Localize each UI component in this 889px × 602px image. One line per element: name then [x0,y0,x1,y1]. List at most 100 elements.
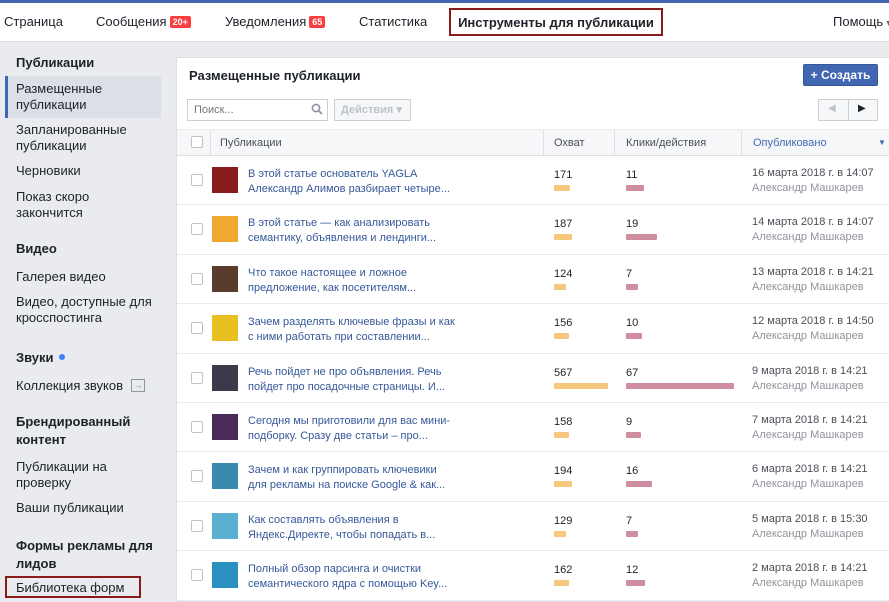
help-menu[interactable]: Помощь ▾ [833,14,889,29]
sidebar-item-scheduled-posts[interactable]: Запланированные публикации [16,122,156,154]
row-checkbox[interactable] [191,272,203,285]
table-row[interactable]: Сегодня мы приготовили для вас мини-подб… [177,403,889,453]
reach-value: 156 [554,317,573,330]
sidebar-item-forms-library[interactable]: Библиотека форм [16,580,156,596]
reach-bar [554,333,569,340]
divider [543,130,544,156]
search-icon[interactable] [311,103,323,115]
sidebar-item-posts-for-review[interactable]: Публикации на проверку [16,459,156,491]
table-row[interactable]: Что такое настоящее и ложное предложение… [177,255,889,305]
post-thumbnail [212,562,238,589]
row-checkbox[interactable] [191,470,203,483]
clicks-value: 19 [626,218,639,231]
plus-icon: + [810,68,818,82]
post-author: Александр Машкарев [752,577,864,590]
post-thumbnail [212,463,238,490]
reach-bar [554,283,566,290]
actions-dropdown[interactable]: Действия ▾ [334,99,411,121]
post-title-link[interactable]: В этой статье основатель YAGLA Александр… [248,167,458,197]
post-author: Александр Машкарев [752,280,864,293]
sidebar: Публикации Размещенные публикации Заплан… [0,43,168,602]
post-title-link[interactable]: В этой статье — как анализировать семант… [248,216,458,246]
clicks-bar [626,283,638,290]
reach-bar [554,382,608,389]
post-title-link[interactable]: Что такое настоящее и ложное предложение… [248,266,458,296]
sidebar-item-published-posts[interactable]: Размещенные публикации [16,81,156,113]
sidebar-heading-label: Звуки [16,350,54,365]
tab-page[interactable]: Страница [4,14,63,29]
column-header-posts[interactable]: Публикации [220,137,282,149]
next-page-icon[interactable]: ▶ [858,103,866,114]
table-row[interactable]: Полный обзор парсинга и очистки семантич… [177,551,889,601]
column-header-published[interactable]: Опубликовано [753,137,827,149]
clicks-value: 11 [626,169,638,181]
table-row[interactable]: Зачем и как группировать ключевики для р… [177,452,889,502]
tab-label: Инструменты для публикации [458,15,654,30]
search-input[interactable] [188,100,303,120]
table-row[interactable]: В этой статье основатель YAGLA Александр… [177,156,889,206]
row-checkbox[interactable] [191,569,203,582]
create-button[interactable]: + Создать [803,64,878,86]
row-checkbox[interactable] [191,322,203,335]
row-checkbox[interactable] [191,174,203,186]
clicks-value: 16 [626,465,639,478]
post-title-link[interactable]: Сегодня мы приготовили для вас мини-подб… [248,414,458,444]
clicks-value: 9 [626,415,633,428]
tab-label: Уведомления [225,14,307,29]
previous-page-icon[interactable]: ◀ [828,103,836,114]
post-title-link[interactable]: Как составлять объявления в Яндекс.Дирек… [248,513,458,543]
table-row[interactable]: Речь пойдет не про объявления. Речь пойд… [177,354,889,403]
tab-messages[interactable]: Сообщения 20+ [96,14,191,29]
row-checkbox[interactable] [191,420,203,433]
column-header-clicks[interactable]: Клики/действия [626,137,706,149]
tab-notifications[interactable]: Уведомления 65 [225,14,326,29]
sidebar-item-crossposting-videos[interactable]: Видео, доступные для кросспостинга [16,294,156,326]
sidebar-heading-lead-forms: Формы рекламы для лидов [16,538,153,571]
actions-label: Действия [341,104,394,116]
post-title-link[interactable]: Зачем разделять ключевые фразы и как с н… [248,315,458,345]
reach-bar [554,481,572,488]
tab-statistics[interactable]: Статистика [359,14,427,29]
post-author: Александр Машкарев [752,428,864,441]
divider [848,100,849,120]
column-header-reach[interactable]: Охват [554,137,585,149]
post-title-link[interactable]: Полный обзор парсинга и очистки семантич… [248,562,458,592]
post-thumbnail [212,413,238,440]
notifications-count-badge: 65 [309,16,326,28]
post-author: Александр Машкарев [752,231,864,244]
sidebar-item-drafts[interactable]: Черновики [16,163,156,179]
table-header: Публикации Охват Клики/действия Опублико… [177,129,889,156]
sidebar-item-expiring-posts[interactable]: Показ скоро закончится [16,189,156,221]
pagination: ◀ ▶ [818,99,878,121]
post-author: Александр Машкарев [752,379,864,392]
divider [210,130,211,156]
sidebar-item-video-library[interactable]: Галерея видео [16,269,156,285]
search-box [187,99,328,121]
tab-label: Статистика [359,14,428,29]
reach-value: 162 [554,564,573,577]
select-all-checkbox[interactable] [191,136,203,148]
row-checkbox[interactable] [191,223,203,236]
reach-value: 567 [554,366,573,379]
external-link-icon: → [131,379,145,392]
tab-publishing-tools[interactable]: Инструменты для публикации [449,8,663,36]
reach-value: 171 [554,169,573,181]
post-title-link[interactable]: Зачем и как группировать ключевики для р… [248,463,458,493]
table-row[interactable]: Зачем разделять ключевые фразы и как с н… [177,304,889,354]
clicks-bar [626,530,638,537]
divider [614,130,615,156]
help-label: Помощь [833,14,884,29]
published-date: 6 марта 2018 г. в 14:21 [752,463,868,476]
row-checkbox[interactable] [191,519,203,532]
reach-bar [554,185,570,191]
table-row[interactable]: Как составлять объявления в Яндекс.Дирек… [177,502,889,552]
sidebar-item-your-posts[interactable]: Ваши публикации [16,500,156,516]
post-thumbnail [212,265,238,292]
table-row[interactable]: В этой статье — как анализировать семант… [177,205,889,255]
sidebar-heading-sounds: Звуки [16,349,161,367]
reach-value: 187 [554,218,573,231]
reach-value: 194 [554,465,573,478]
sort-descending-icon[interactable]: ▼ [878,138,886,147]
post-title-link[interactable]: Речь пойдет не про объявления. Речь пойд… [248,365,458,395]
row-checkbox[interactable] [191,371,203,384]
